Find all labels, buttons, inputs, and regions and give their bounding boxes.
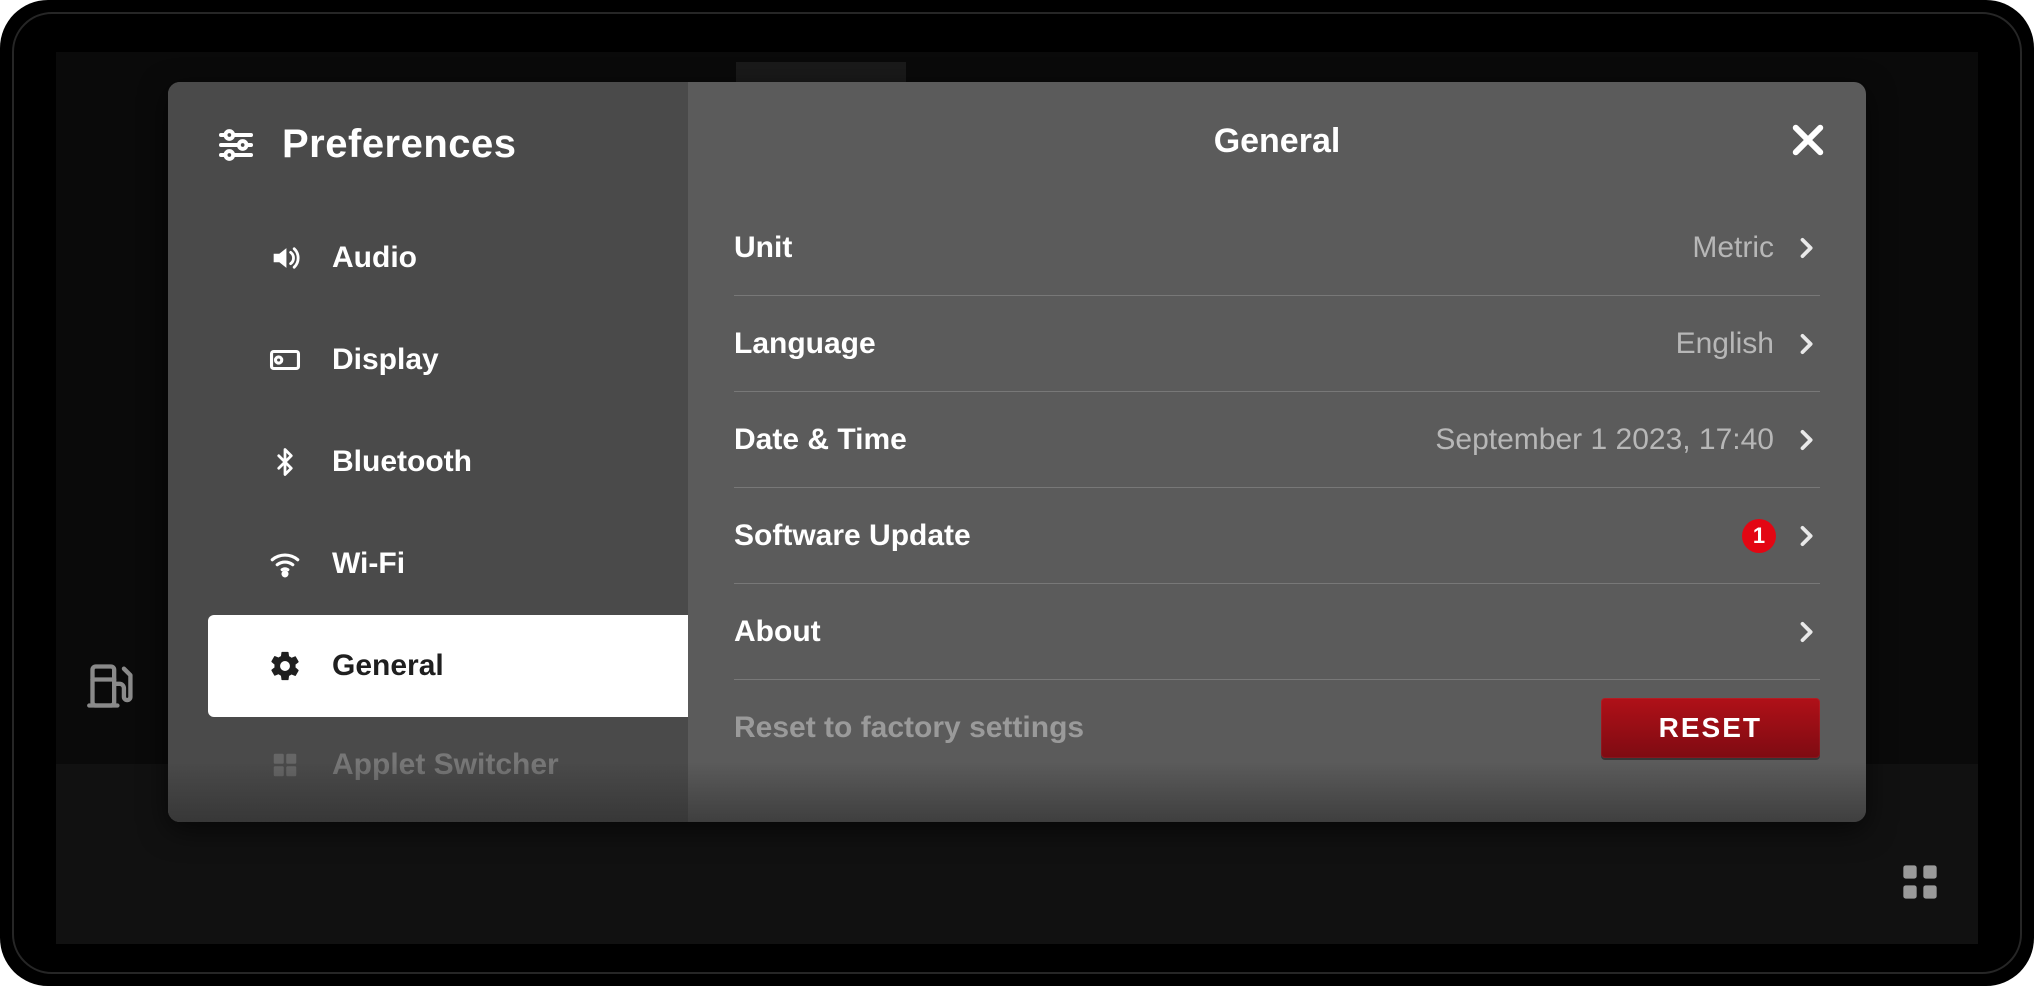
- row-software-update[interactable]: Software Update 1: [734, 488, 1820, 584]
- row-label: Reset to factory settings: [734, 711, 1084, 745]
- sidebar-item-label: General: [332, 649, 444, 683]
- row-value: English: [1676, 327, 1774, 361]
- sidebar-item-label: Audio: [332, 241, 417, 275]
- row-label: Language: [734, 327, 876, 361]
- sidebar-item-display[interactable]: Display: [168, 309, 688, 411]
- sidebar-item-label: Applet Switcher: [332, 748, 559, 782]
- sidebar-item-label: Wi-Fi: [332, 547, 405, 581]
- bezel-inner: Preferences: [12, 12, 2022, 974]
- sidebar-title: Preferences: [282, 122, 517, 167]
- sidebar-item-wifi[interactable]: Wi-Fi: [168, 513, 688, 615]
- row-label: Software Update: [734, 519, 971, 553]
- sidebar-item-audio[interactable]: Audio: [168, 207, 688, 309]
- row-unit[interactable]: Unit Metric: [734, 200, 1820, 296]
- row-language[interactable]: Language English: [734, 296, 1820, 392]
- row-label: About: [734, 615, 821, 649]
- page-title: General: [1214, 122, 1341, 161]
- close-button[interactable]: [1784, 116, 1832, 164]
- sidebar-item-applet-switcher[interactable]: Applet Switcher: [168, 717, 688, 813]
- grid-icon: [268, 748, 302, 782]
- sidebar-item-label: Display: [332, 343, 439, 377]
- sidebar: Preferences: [168, 82, 688, 822]
- chevron-right-icon: [1792, 234, 1820, 262]
- chevron-right-icon: [1792, 618, 1820, 646]
- close-icon: [1787, 119, 1829, 161]
- row-label: Unit: [734, 231, 792, 265]
- tablet-device-frame: Preferences: [0, 0, 2034, 986]
- sidebar-header: Preferences: [168, 82, 688, 207]
- preferences-modal: Preferences: [168, 82, 1866, 822]
- sidebar-item-bluetooth[interactable]: Bluetooth: [168, 411, 688, 513]
- wifi-icon: [268, 547, 302, 581]
- gear-icon: [268, 649, 302, 683]
- bezel-outer: Preferences: [0, 0, 2034, 986]
- settings-list: Unit Metric Language English: [688, 200, 1866, 822]
- display-icon: [268, 343, 302, 377]
- row-value: Metric: [1692, 231, 1774, 265]
- fuel-pump-icon[interactable]: [86, 660, 138, 712]
- bluetooth-icon: [268, 445, 302, 479]
- chevron-right-icon: [1792, 426, 1820, 454]
- sidebar-nav-list: Audio Display: [168, 207, 688, 813]
- chevron-right-icon: [1792, 330, 1820, 358]
- notification-badge: 1: [1742, 519, 1776, 553]
- app-grid-icon[interactable]: [1900, 862, 1940, 902]
- sidebar-item-label: Bluetooth: [332, 445, 472, 479]
- screen: Preferences: [56, 52, 1978, 944]
- top-notch-hint: [736, 62, 906, 82]
- row-value: September 1 2023, 17:40: [1435, 423, 1774, 457]
- main-header: General: [688, 82, 1866, 200]
- row-reset: Reset to factory settings RESET: [734, 680, 1820, 776]
- row-about[interactable]: About: [734, 584, 1820, 680]
- row-label: Date & Time: [734, 423, 907, 457]
- sidebar-item-general[interactable]: General: [208, 615, 688, 717]
- sliders-icon: [216, 125, 256, 165]
- reset-button[interactable]: RESET: [1601, 698, 1820, 758]
- volume-icon: [268, 241, 302, 275]
- row-datetime[interactable]: Date & Time September 1 2023, 17:40: [734, 392, 1820, 488]
- chevron-right-icon: [1792, 522, 1820, 550]
- main-panel: General Unit: [688, 82, 1866, 822]
